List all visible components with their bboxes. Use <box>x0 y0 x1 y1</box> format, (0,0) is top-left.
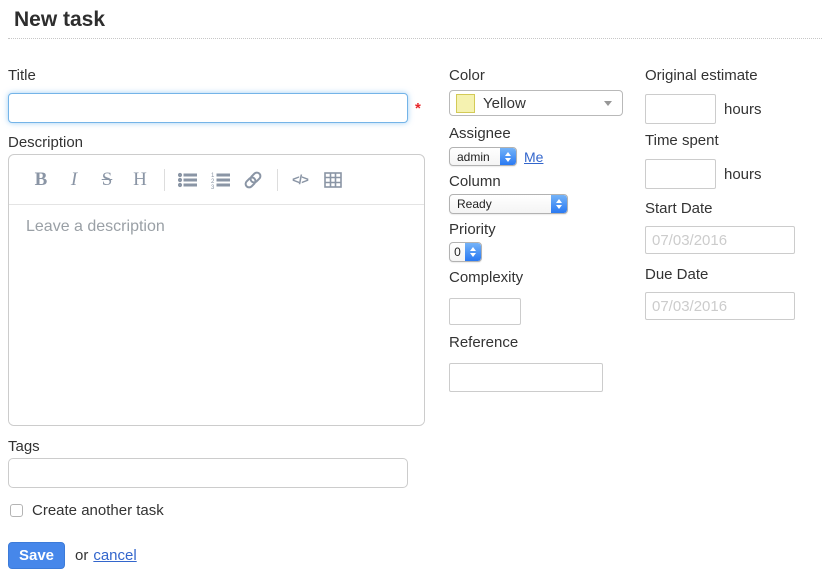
reference-input[interactable] <box>449 363 603 392</box>
time-spent-label: Time spent <box>645 133 805 149</box>
title-row: * <box>8 93 425 123</box>
color-dropdown-value: Yellow <box>483 95 604 112</box>
form-actions: Save or cancel <box>8 542 425 569</box>
required-asterisk: * <box>415 100 421 117</box>
create-another-row: Create another task <box>8 502 425 519</box>
title-input[interactable] <box>8 93 408 123</box>
assignee-row: admin Me <box>449 147 625 166</box>
toolbar-separator <box>164 169 165 191</box>
assign-me-link[interactable]: Me <box>524 149 543 165</box>
time-spent-suffix: hours <box>724 166 762 183</box>
column-select[interactable]: Ready <box>449 194 568 214</box>
reference-label: Reference <box>449 335 625 351</box>
color-dropdown[interactable]: Yellow <box>449 90 623 116</box>
tags-label: Tags <box>8 439 425 455</box>
original-estimate-input[interactable] <box>645 94 716 124</box>
editor-toolbar: B I S H 123 <box>9 155 424 205</box>
left-column: Title * Description B I S H <box>8 68 425 569</box>
chevron-down-icon <box>604 101 612 106</box>
code-icon[interactable]: </> <box>288 168 312 192</box>
assignee-select-value: admin <box>450 150 500 164</box>
original-estimate-label: Original estimate <box>645 68 805 84</box>
priority-select[interactable]: 0 <box>449 242 482 262</box>
new-task-page: New task Title * Description B I S H <box>0 0 822 569</box>
strikethrough-icon[interactable]: S <box>95 168 119 192</box>
column-select-value: Ready <box>450 197 551 211</box>
page-title: New task <box>14 8 816 32</box>
up-down-stepper-icon <box>551 195 567 213</box>
middle-column: Color Yellow Assignee admin Me Column Re… <box>449 68 625 392</box>
cancel-link[interactable]: cancel <box>93 547 136 564</box>
due-date-input[interactable] <box>645 292 795 320</box>
start-date-input[interactable] <box>645 226 795 254</box>
tags-input[interactable] <box>8 458 408 488</box>
italic-icon[interactable]: I <box>62 168 86 192</box>
column-label: Column <box>449 174 625 190</box>
create-another-label[interactable]: Create another task <box>32 502 164 519</box>
priority-select-value: 0 <box>450 245 465 259</box>
start-date-label: Start Date <box>645 201 805 217</box>
description-label: Description <box>8 135 425 151</box>
due-date-label: Due Date <box>645 267 805 283</box>
description-textarea[interactable] <box>9 205 424 425</box>
right-column: Original estimate hours Time spent hours… <box>645 68 805 320</box>
color-label: Color <box>449 68 625 84</box>
original-estimate-suffix: hours <box>724 101 762 118</box>
link-icon[interactable] <box>241 168 265 192</box>
title-label: Title <box>8 68 425 84</box>
create-another-checkbox[interactable] <box>10 504 23 517</box>
complexity-label: Complexity <box>449 270 625 286</box>
page-header: New task <box>8 6 822 39</box>
color-swatch-yellow <box>456 94 475 113</box>
save-button[interactable]: Save <box>8 542 65 569</box>
time-spent-input[interactable] <box>645 159 716 189</box>
ordered-list-icon[interactable]: 123 <box>208 168 232 192</box>
time-spent-row: hours <box>645 159 805 189</box>
assignee-label: Assignee <box>449 126 625 142</box>
up-down-stepper-icon <box>465 243 481 261</box>
up-down-stepper-icon <box>500 148 516 165</box>
new-task-form: Title * Description B I S H <box>8 68 822 569</box>
assignee-select[interactable]: admin <box>449 147 517 166</box>
bold-icon[interactable]: B <box>29 168 53 192</box>
or-text: or <box>75 547 88 564</box>
description-editor: B I S H 123 <box>8 154 425 426</box>
complexity-input[interactable] <box>449 298 521 325</box>
toolbar-separator <box>277 169 278 191</box>
unordered-list-icon[interactable] <box>175 168 199 192</box>
table-icon[interactable] <box>321 168 345 192</box>
original-estimate-row: hours <box>645 94 805 124</box>
priority-label: Priority <box>449 222 625 238</box>
heading-icon[interactable]: H <box>128 168 152 192</box>
svg-text:3: 3 <box>211 185 215 189</box>
